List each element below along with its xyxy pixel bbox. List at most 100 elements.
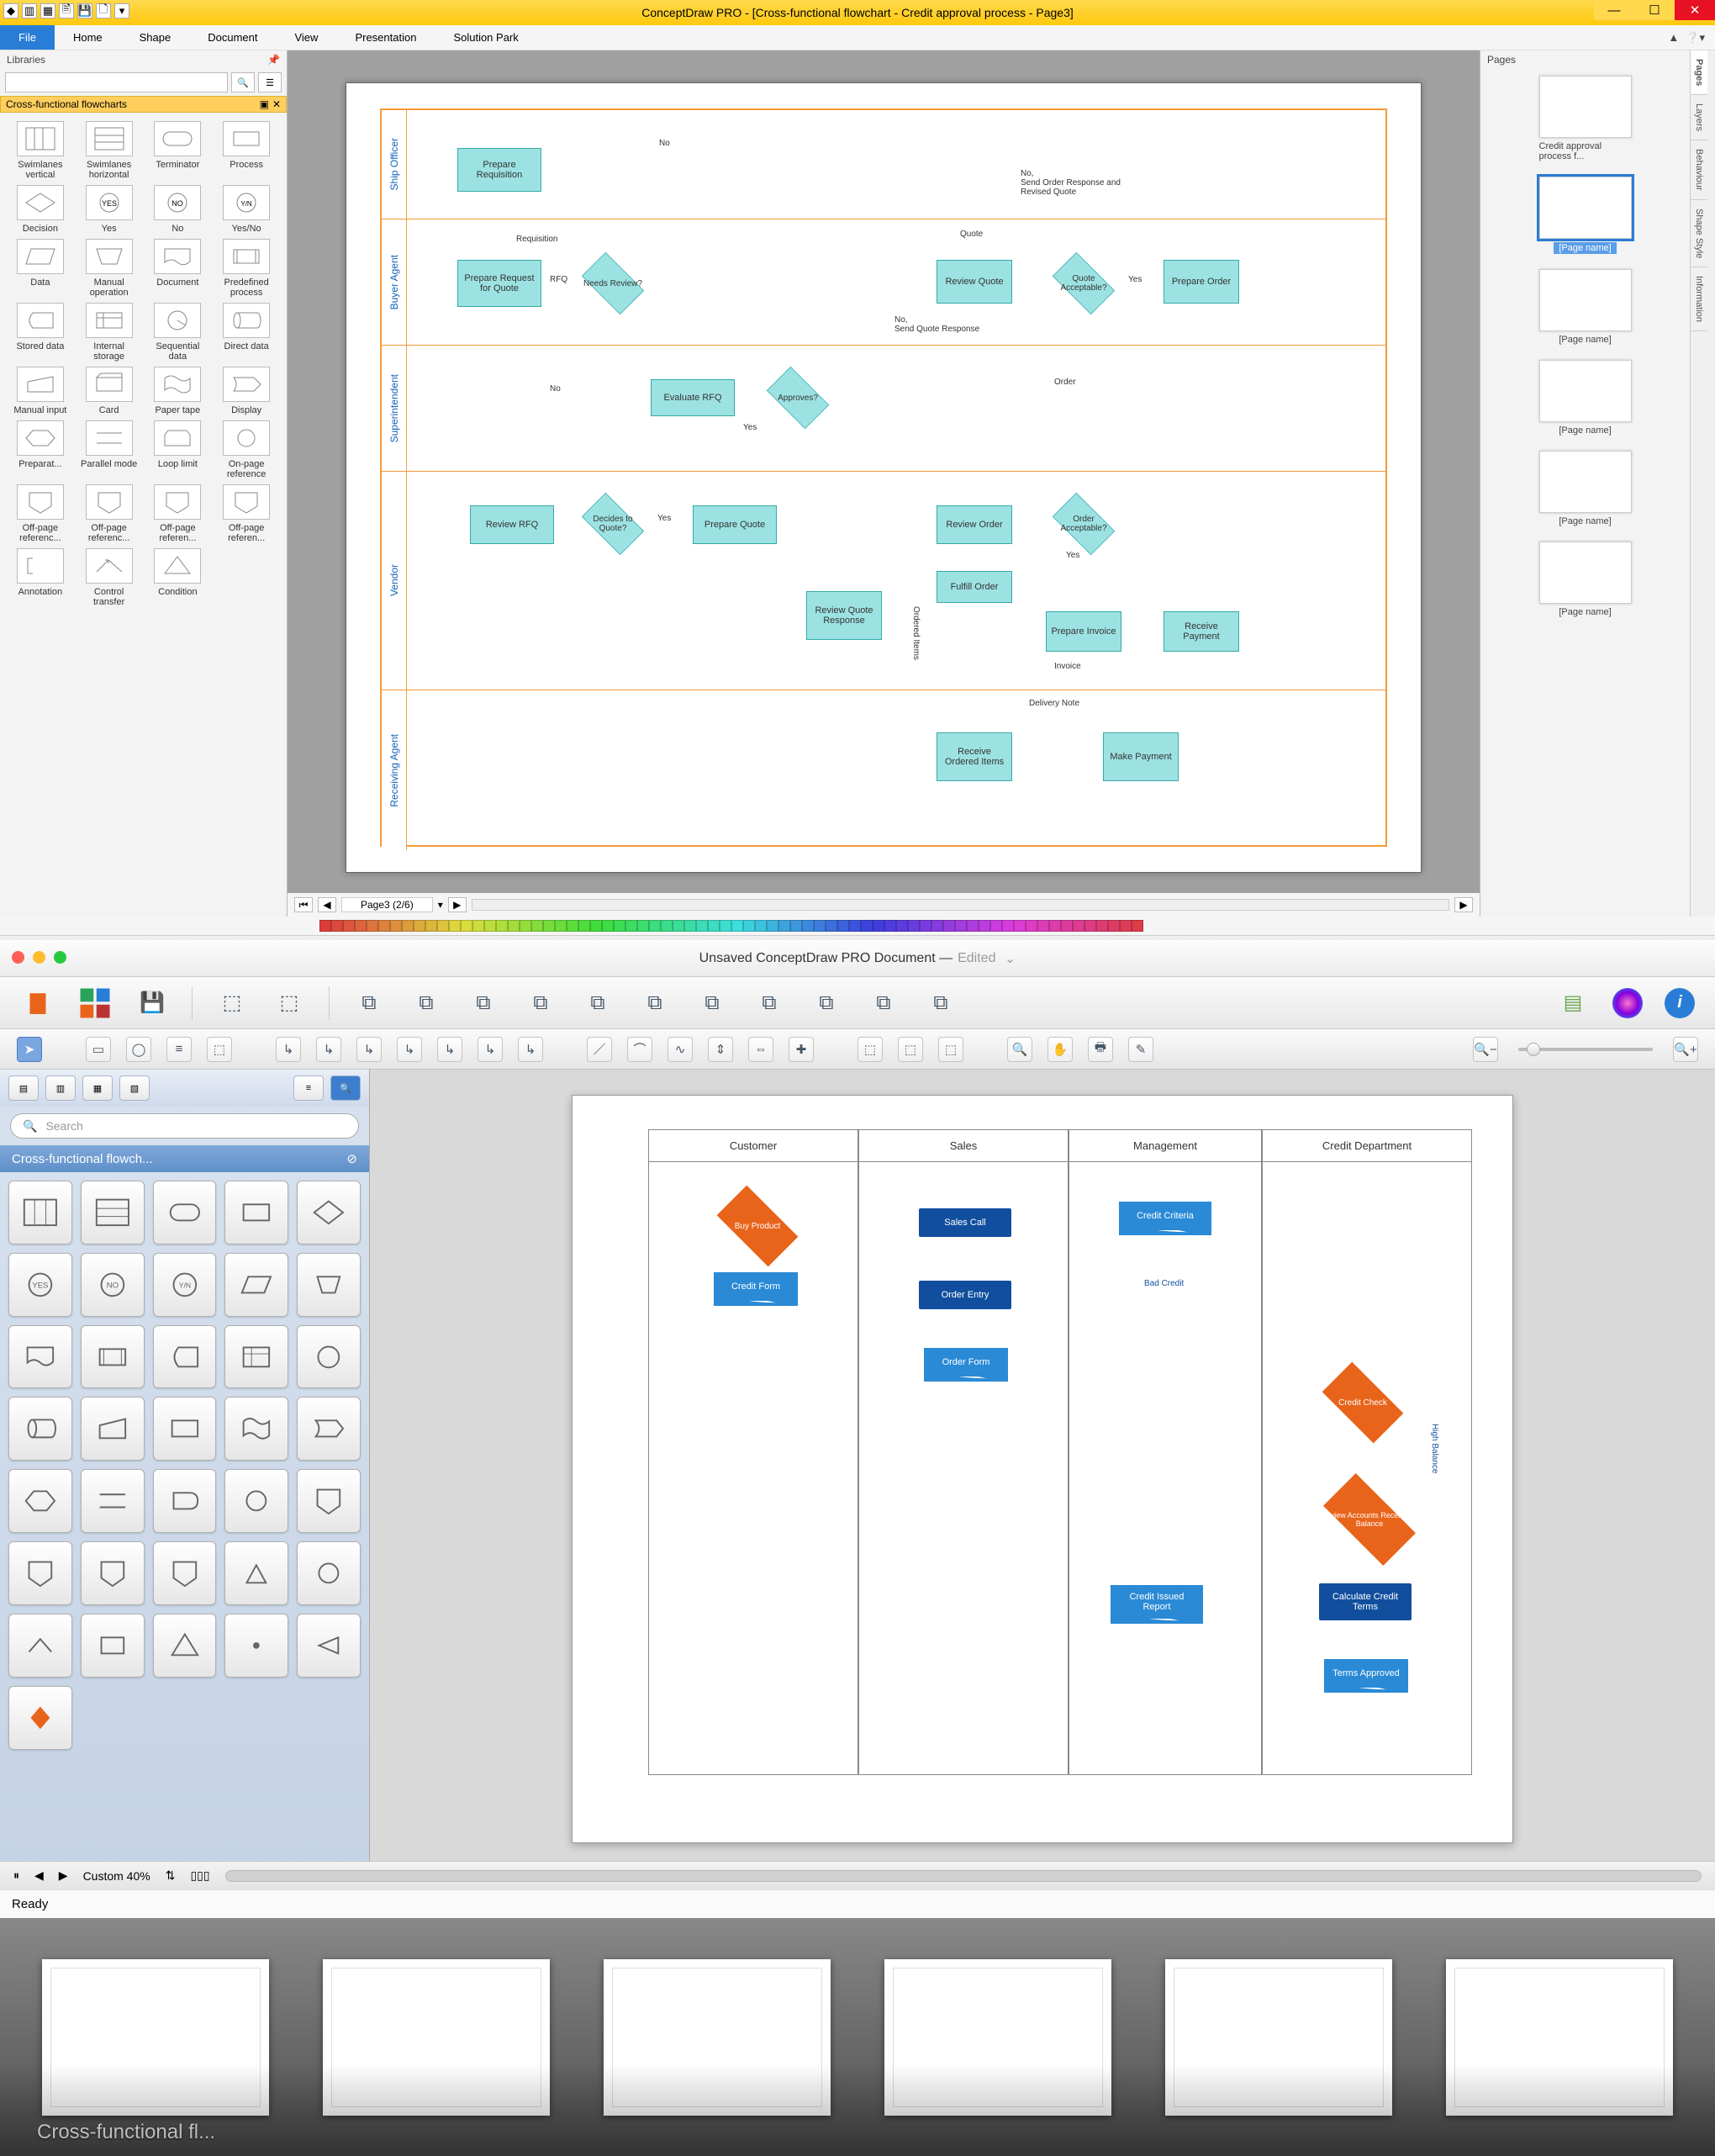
page-thumbnail[interactable]: Credit approval process f... xyxy=(1539,76,1632,161)
maximize-button[interactable]: ☐ xyxy=(1634,0,1675,20)
color-swatch[interactable] xyxy=(908,920,920,932)
color-swatch[interactable] xyxy=(943,920,955,932)
qa-icon[interactable]: 🗋 xyxy=(96,3,111,18)
tool-icon[interactable]: ⧉ xyxy=(409,986,444,1021)
shape-parallel-mode[interactable]: Parallel mode xyxy=(77,420,141,479)
mac-shape-item[interactable] xyxy=(153,1397,217,1461)
color-swatch[interactable] xyxy=(778,920,790,932)
color-swatch[interactable] xyxy=(1084,920,1096,932)
mac-shape-item[interactable] xyxy=(297,1253,361,1317)
ellipse-tool[interactable]: ◯ xyxy=(126,1037,151,1062)
shape-on-page-reference[interactable]: On-page reference xyxy=(214,420,278,479)
color-swatch[interactable] xyxy=(414,920,425,932)
fc-document[interactable]: Credit Issued Report xyxy=(1111,1585,1203,1619)
fc-process[interactable]: Order Entry xyxy=(919,1281,1011,1309)
shape-stored-data[interactable]: Stored data xyxy=(8,303,72,362)
color-swatch[interactable] xyxy=(1120,920,1132,932)
shape-swimlanes-vertical[interactable]: Swimlanes vertical xyxy=(8,121,72,180)
color-swatch[interactable] xyxy=(637,920,649,932)
mac-shape-item[interactable] xyxy=(8,1181,72,1244)
fc-node[interactable]: Prepare Requisition xyxy=(457,148,541,192)
mac-shape-item[interactable] xyxy=(224,1469,288,1533)
fc-node[interactable]: Review Quote xyxy=(937,260,1012,304)
tool-icon[interactable]: ⬚ xyxy=(272,986,307,1021)
tool-icon[interactable]: ⇕ xyxy=(708,1037,733,1062)
fc-decision[interactable]: Needs Review? xyxy=(575,260,651,307)
shape-direct-data[interactable]: Direct data xyxy=(214,303,278,362)
color-swatch[interactable] xyxy=(390,920,402,932)
shape-condition[interactable]: Condition xyxy=(146,548,210,607)
mac-shape-item[interactable] xyxy=(81,1181,145,1244)
fc-node[interactable]: Make Payment xyxy=(1103,732,1179,781)
color-swatch[interactable] xyxy=(555,920,567,932)
libraries-list-button[interactable]: ☰ xyxy=(258,72,282,92)
page-first-button[interactable]: ⏮ xyxy=(294,897,313,912)
color-swatch[interactable] xyxy=(790,920,802,932)
fc-node[interactable]: Review Order xyxy=(937,505,1012,544)
color-swatch[interactable] xyxy=(508,920,520,932)
gear-icon[interactable]: ❔▾ xyxy=(1686,31,1705,45)
color-swatch[interactable] xyxy=(1049,920,1061,932)
shape-yes[interactable]: YESYes xyxy=(77,185,141,234)
mac-shape-item[interactable] xyxy=(153,1181,217,1244)
shape-terminator[interactable]: Terminator xyxy=(146,121,210,180)
shape-sequential-data[interactable]: Sequential data xyxy=(146,303,210,362)
mac-shape-item[interactable] xyxy=(153,1325,217,1389)
swatch-button[interactable] xyxy=(77,986,113,1021)
color-swatch[interactable] xyxy=(461,920,472,932)
fc-node[interactable]: Prepare Quote xyxy=(693,505,777,544)
close-icon[interactable]: ⊘ xyxy=(346,1151,357,1166)
minimize-button[interactable] xyxy=(33,951,45,964)
color-swatch[interactable] xyxy=(826,920,837,932)
fc-node[interactable]: Prepare Order xyxy=(1164,260,1239,304)
shape-decision[interactable]: Decision xyxy=(8,185,72,234)
fc-decision[interactable]: Decides to Quote? xyxy=(575,500,651,547)
color-swatch[interactable] xyxy=(1026,920,1037,932)
shape-manual-operation[interactable]: Manual operation xyxy=(77,239,141,298)
mac-shape-item[interactable] xyxy=(297,1325,361,1389)
color-swatch[interactable] xyxy=(1096,920,1108,932)
color-swatch[interactable] xyxy=(355,920,367,932)
color-swatch[interactable] xyxy=(496,920,508,932)
shape-display[interactable]: Display xyxy=(214,367,278,415)
color-swatch[interactable] xyxy=(743,920,755,932)
color-swatch[interactable] xyxy=(649,920,661,932)
mac-shape-item[interactable]: NO xyxy=(81,1253,145,1317)
library-close-icon[interactable]: ▣✕ xyxy=(260,98,281,110)
ribbon-tab-document[interactable]: Document xyxy=(189,25,276,50)
mac-shape-item[interactable] xyxy=(8,1469,72,1533)
color-swatch[interactable] xyxy=(1061,920,1073,932)
mac-shape-item[interactable] xyxy=(81,1397,145,1461)
shape-yes-no[interactable]: Y/NYes/No xyxy=(214,185,278,234)
page-thumbnail[interactable]: [Page name] xyxy=(1539,360,1632,436)
lib-search-button[interactable]: 🔍 xyxy=(330,1075,361,1101)
fc-node[interactable]: Fulfill Order xyxy=(937,571,1012,603)
arc-tool[interactable]: ⌒ xyxy=(627,1037,652,1062)
fc-node[interactable]: Review RFQ xyxy=(470,505,554,544)
next-page-button[interactable]: ▶ xyxy=(59,1868,68,1883)
color-swatch[interactable] xyxy=(967,920,979,932)
tool-icon[interactable]: ⧉ xyxy=(637,986,673,1021)
page-thumbnail[interactable]: [Page name] xyxy=(1539,177,1632,254)
shape-manual-input[interactable]: Manual input xyxy=(8,367,72,415)
fc-node[interactable]: Review Quote Response xyxy=(806,591,882,640)
color-swatch[interactable] xyxy=(590,920,602,932)
eyedropper-tool[interactable]: ✎ xyxy=(1128,1037,1153,1062)
fc-node[interactable]: Prepare Request for Quote xyxy=(457,260,541,307)
color-swatch[interactable] xyxy=(437,920,449,932)
ribbon-tab-presentation[interactable]: Presentation xyxy=(336,25,435,50)
tool-icon[interactable]: ⧉ xyxy=(866,986,901,1021)
color-swatch[interactable] xyxy=(567,920,578,932)
libraries-search-input[interactable] xyxy=(5,72,228,92)
shape-preparat-[interactable]: Preparat... xyxy=(8,420,72,479)
color-swatch[interactable] xyxy=(931,920,943,932)
tool-icon[interactable]: ⬚ xyxy=(938,1037,963,1062)
connector-tool[interactable]: ↳ xyxy=(397,1037,422,1062)
view-mode-buttons[interactable]: ▯▯▯ xyxy=(190,1868,209,1883)
tool-icon[interactable]: ⧉ xyxy=(694,986,730,1021)
shape-data[interactable]: Data xyxy=(8,239,72,298)
search-button[interactable]: 🔍 xyxy=(231,72,255,92)
color-swatch[interactable] xyxy=(319,920,331,932)
tool-icon[interactable]: ⬚ xyxy=(858,1037,883,1062)
shape-document[interactable]: Document xyxy=(146,239,210,298)
